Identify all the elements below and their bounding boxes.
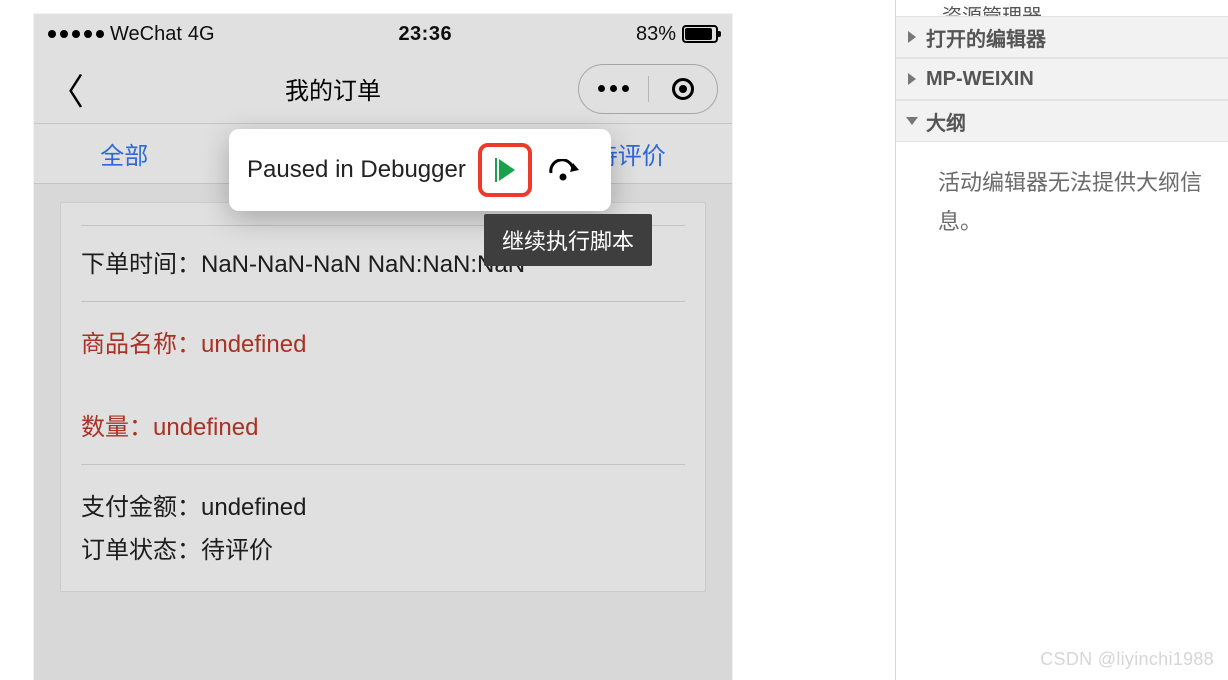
pay-value: undefined bbox=[201, 494, 306, 521]
battery-percent: 83% bbox=[636, 23, 676, 46]
chevron-down-icon bbox=[906, 117, 918, 125]
order-time-label: 下单时间： bbox=[81, 251, 201, 278]
chevron-right-icon bbox=[908, 31, 916, 43]
back-button[interactable]: 〈 bbox=[48, 63, 88, 115]
network-label: 4G bbox=[188, 23, 215, 46]
pay-row: 支付金额：undefined bbox=[81, 483, 685, 526]
status-time: 23:36 bbox=[398, 23, 452, 46]
qty-label: 数量： bbox=[81, 414, 153, 441]
open-editors-label: 打开的编辑器 bbox=[926, 23, 1046, 52]
step-over-icon bbox=[549, 159, 579, 181]
watermark: CSDN @liyinchi1988 bbox=[1040, 649, 1214, 670]
section-open-editors[interactable]: 打开的编辑器 bbox=[896, 16, 1228, 58]
capsule-menu bbox=[578, 64, 718, 114]
mp-weixin-label: MP-WEIXIN bbox=[926, 68, 1034, 91]
section-outline[interactable]: 大纲 bbox=[896, 100, 1228, 142]
page-title: 我的订单 bbox=[285, 71, 381, 106]
outline-label: 大纲 bbox=[926, 107, 966, 136]
capsule-more-button[interactable] bbox=[579, 85, 648, 92]
paused-label: Paused in Debugger bbox=[247, 156, 466, 184]
battery-icon bbox=[682, 25, 718, 43]
product-label: 商品名称： bbox=[81, 331, 201, 358]
capsule-close-button[interactable] bbox=[649, 78, 718, 100]
pay-label: 支付金额： bbox=[81, 494, 201, 521]
status-row: 订单状态：待评价 bbox=[81, 526, 685, 569]
carrier-label: WeChat bbox=[110, 23, 182, 46]
chevron-right-icon bbox=[908, 73, 916, 85]
qty-row: 数量：undefined bbox=[81, 403, 685, 446]
target-icon bbox=[672, 78, 694, 100]
explorer-title-cut: 资源管理器 bbox=[896, 0, 1228, 16]
outline-empty-message: 活动编辑器无法提供大纲信息。 bbox=[896, 142, 1228, 241]
status-right: 83% bbox=[636, 23, 718, 46]
editor-panel: 资源管理器 打开的编辑器 MP-WEIXIN 大纲 活动编辑器无法提供大纲信息。 bbox=[895, 0, 1228, 680]
qty-value: undefined bbox=[153, 414, 258, 441]
phone-frame: WeChat 4G 23:36 83% 〈 我的订单 bbox=[34, 14, 732, 680]
step-over-button[interactable] bbox=[544, 150, 584, 190]
simulator-area: WeChat 4G 23:36 83% 〈 我的订单 bbox=[0, 0, 895, 680]
product-value: undefined bbox=[201, 331, 306, 358]
order-time-value: NaN-NaN-NaN NaN:NaN:NaN bbox=[201, 251, 525, 278]
status-left: WeChat 4G bbox=[48, 23, 215, 46]
product-row: 商品名称：undefined bbox=[81, 320, 685, 363]
status-bar: WeChat 4G 23:36 83% bbox=[34, 14, 732, 54]
nav-bar: 〈 我的订单 bbox=[34, 54, 732, 124]
status-value: 待评价 bbox=[201, 537, 273, 564]
chevron-left-icon: 〈 bbox=[48, 71, 84, 112]
resume-tooltip: 继续执行脚本 bbox=[484, 214, 652, 266]
resume-script-button[interactable] bbox=[478, 143, 532, 197]
tab-all[interactable]: 全部 bbox=[92, 136, 156, 171]
signal-dots-icon bbox=[48, 30, 104, 38]
section-mp-weixin[interactable]: MP-WEIXIN bbox=[896, 58, 1228, 100]
debugger-popup: Paused in Debugger bbox=[229, 129, 611, 211]
more-icon bbox=[598, 85, 629, 92]
status-label: 订单状态： bbox=[81, 537, 201, 564]
play-icon bbox=[497, 160, 513, 180]
